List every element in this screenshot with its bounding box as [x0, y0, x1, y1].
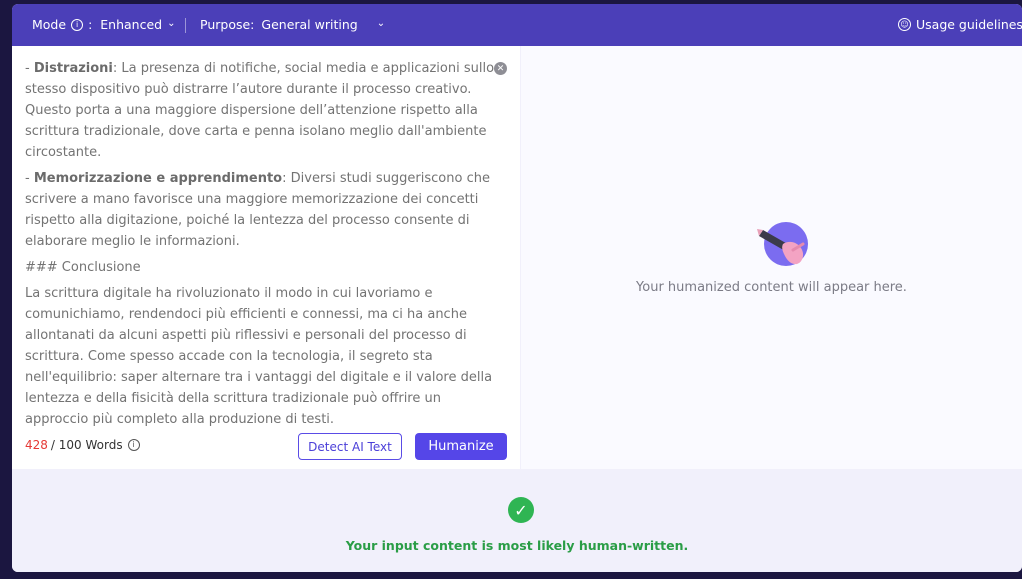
purpose-selector[interactable]: Purpose: General writing ⌄: [200, 17, 385, 32]
paragraph: ### Conclusione: [25, 257, 495, 278]
usage-guidelines-label: Usage guidelines: [916, 17, 1022, 32]
paragraph-prefix: -: [25, 171, 34, 186]
smile-icon: ☺: [898, 18, 911, 31]
paragraph-prefix: -: [25, 61, 34, 76]
humanizer-app: Mode i : Enhanced ⌄ Purpose: General wri…: [12, 4, 1022, 572]
detection-result: ✓ Your input content is most likely huma…: [12, 470, 1022, 572]
detect-ai-text-button[interactable]: Detect AI Text: [298, 433, 402, 460]
paragraph-heading: Distrazioni: [33, 61, 113, 76]
word-counter: 428 / 100 Words i: [25, 438, 140, 452]
word-count-value: 428: [25, 438, 48, 452]
info-icon[interactable]: i: [127, 439, 140, 451]
purpose-label: Purpose:: [200, 17, 255, 32]
paragraph-text: ### Conclusione: [25, 260, 141, 275]
output-placeholder: Your humanized content will appear here.: [636, 280, 907, 295]
chevron-down-icon: ⌄: [376, 18, 386, 29]
info-icon[interactable]: i: [71, 18, 84, 31]
paragraph-heading: Memorizzazione e apprendimento: [33, 171, 283, 186]
clear-icon[interactable]: ✕: [494, 62, 507, 75]
paragraph: - Distrazioni: La presenza di notifiche,…: [25, 58, 495, 163]
mode-selector[interactable]: Mode i : Enhanced ⌄: [32, 17, 176, 32]
word-limit: / 100 Words: [50, 438, 123, 452]
usage-guidelines-link[interactable]: ☺ Usage guidelines: [898, 17, 1022, 32]
paragraph: - Memorizzazione e apprendimento: Divers…: [25, 168, 495, 252]
writing-hand-icon: [757, 222, 808, 266]
input-panel: - Distrazioni: La presenza di notifiche,…: [12, 46, 520, 469]
mode-label: Mode: [32, 17, 67, 32]
mode-value: Enhanced: [100, 17, 163, 32]
humanize-button[interactable]: Humanize: [415, 433, 507, 460]
chevron-down-icon: ⌄: [167, 18, 176, 29]
purpose-value: General writing: [261, 17, 358, 32]
result-message: Your input content is most likely human-…: [345, 538, 689, 553]
output-panel: Your humanized content will appear here.: [521, 46, 1022, 469]
divider: [185, 18, 186, 33]
paragraph: La scrittura digitale ha rivoluzionato i…: [25, 283, 495, 430]
input-textarea[interactable]: - Distrazioni: La presenza di notifiche,…: [25, 58, 495, 435]
colon: :: [88, 17, 93, 32]
paragraph-text: La scrittura digitale ha rivoluzionato i…: [25, 286, 493, 427]
check-circle-icon: ✓: [508, 497, 534, 523]
top-toolbar: Mode i : Enhanced ⌄ Purpose: General wri…: [12, 4, 1022, 46]
